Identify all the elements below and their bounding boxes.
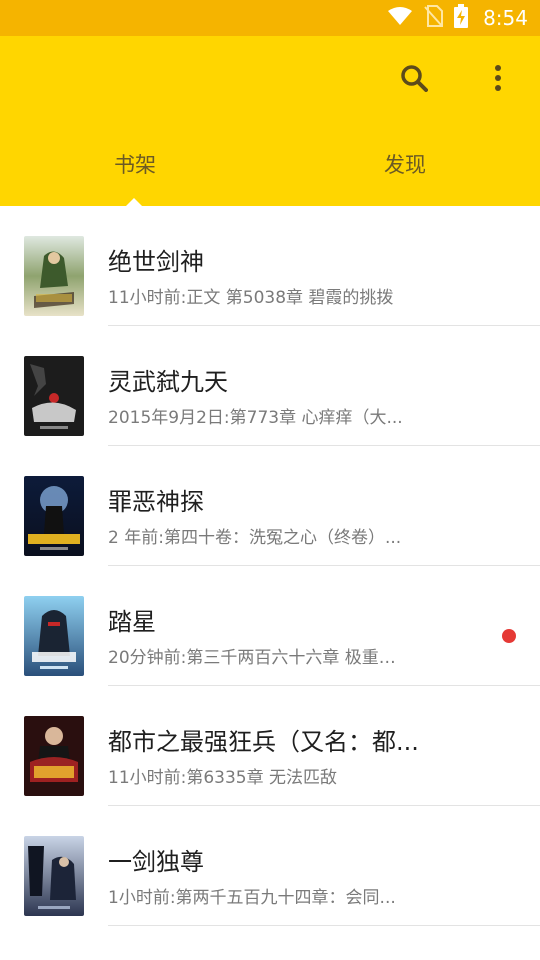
book-latest-chapter: 11小时前:正文 第5038章 碧霞的挑拨: [108, 288, 394, 308]
tab-bar: 书架 发现: [0, 122, 540, 207]
more-options-button[interactable]: [474, 56, 522, 104]
list-item[interactable]: 都市之最强狂兵（又名：都... 11小时前:第6335章 无法匹敌: [0, 686, 540, 806]
tab-discover[interactable]: 发现: [270, 122, 540, 206]
book-title: 灵武弑九天: [108, 368, 228, 396]
more-vert-icon: [493, 64, 503, 96]
status-time: 8:54: [483, 6, 528, 30]
tab-discover-label: 发现: [384, 153, 426, 177]
book-latest-chapter: 11小时前:第6335章 无法匹敌: [108, 768, 338, 788]
list-item[interactable]: 踏星 20分钟前:第三千两百六十六章 极重压岁...: [0, 566, 540, 686]
book-title: 都市之最强狂兵（又名：都...: [108, 728, 419, 756]
list-item[interactable]: 罪恶神探 2 年前:第四十卷：洗冤之心（终卷）...: [0, 446, 540, 566]
wifi-icon: [387, 6, 413, 30]
book-cover: [24, 716, 84, 796]
unread-dot: [502, 629, 516, 643]
status-icons: 8:54: [387, 0, 528, 36]
book-latest-chapter: 2015年9月2日:第773章 心痒痒（大...: [108, 408, 403, 428]
book-latest-chapter: 20分钟前:第三千两百六十六章 极重压岁...: [108, 648, 408, 668]
book-title: 绝世剑神: [108, 248, 204, 276]
list-item[interactable]: 一剑独尊 1小时前:第两千五百九十四章：会同...: [0, 806, 540, 926]
book-cover: [24, 356, 84, 436]
battery-charging-icon: [453, 4, 469, 32]
tab-bookshelf-label: 书架: [114, 153, 156, 177]
list-item[interactable]: 灵武弑九天 2015年9月2日:第773章 心痒痒（大...: [0, 326, 540, 446]
list-item[interactable]: 绝世剑神 11小时前:正文 第5038章 碧霞的挑拨: [0, 206, 540, 326]
book-latest-chapter: 2 年前:第四十卷：洗冤之心（终卷）...: [108, 528, 402, 548]
book-latest-chapter: 1小时前:第两千五百九十四章：会同...: [108, 888, 396, 908]
search-button[interactable]: [390, 56, 438, 104]
divider: [108, 925, 540, 926]
app-bar: 书架 发现: [0, 36, 540, 207]
book-title: 一剑独尊: [108, 848, 204, 876]
tab-bookshelf[interactable]: 书架: [0, 122, 270, 206]
book-title: 踏星: [108, 608, 156, 636]
no-sim-icon: [423, 5, 444, 31]
status-bar: 8:54: [0, 0, 540, 36]
book-list: 绝世剑神 11小时前:正文 第5038章 碧霞的挑拨 灵武弑九天 2015年9月…: [0, 206, 540, 960]
book-cover: [24, 836, 84, 916]
book-cover: [24, 596, 84, 676]
book-cover: [24, 476, 84, 556]
book-title: 罪恶神探: [108, 488, 204, 516]
book-cover: [24, 236, 84, 316]
search-icon: [400, 64, 428, 96]
